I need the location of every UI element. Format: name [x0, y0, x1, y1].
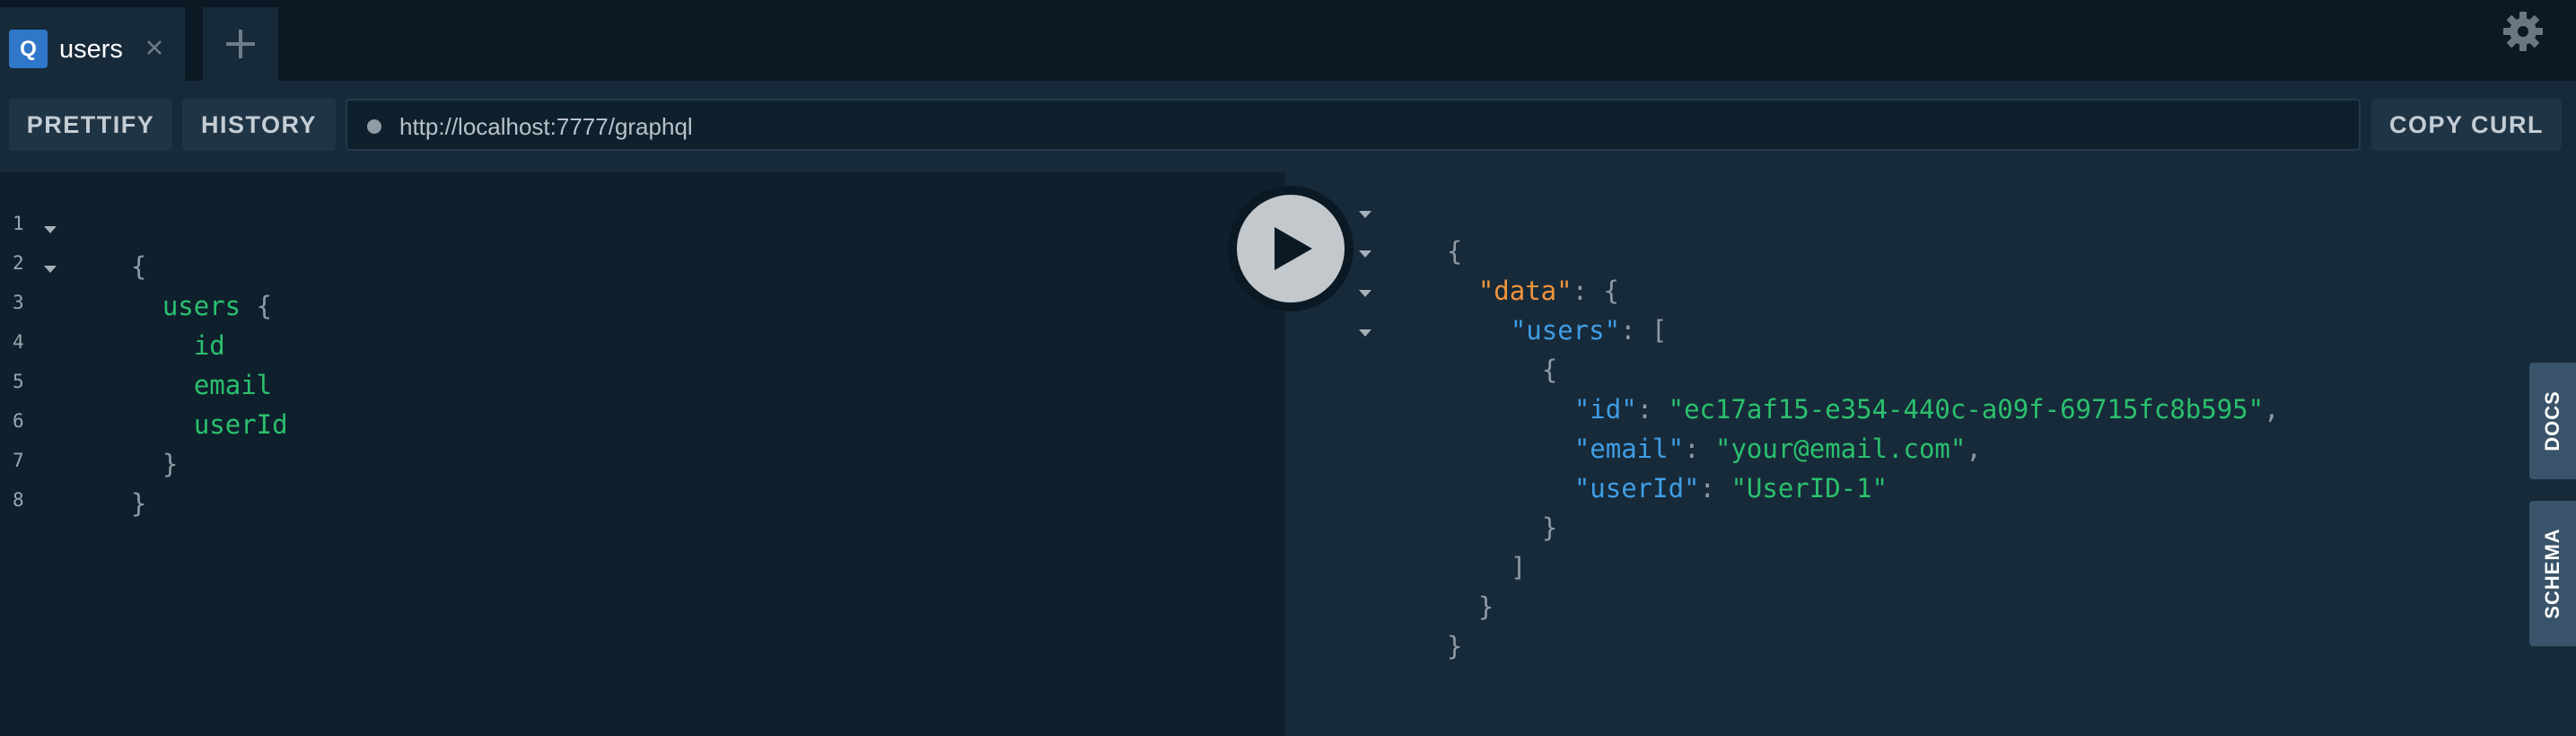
fold-arrow-icon[interactable]	[1359, 290, 1371, 297]
json-key-userId: "userId"	[1573, 473, 1700, 504]
brace: }	[162, 449, 179, 479]
code-line: }	[100, 405, 178, 479]
query-badge-icon: Q	[9, 30, 48, 68]
add-tab-button[interactable]	[203, 7, 278, 81]
json-line: "data": {	[1415, 232, 1619, 306]
prettify-button[interactable]: PRETTIFY	[9, 99, 172, 151]
play-icon	[1275, 227, 1312, 270]
json-line: {	[1479, 311, 1557, 385]
code-line: }	[68, 444, 146, 519]
tab-title: users	[59, 35, 123, 64]
line-number: 7	[13, 450, 24, 471]
json-line: }	[1479, 469, 1557, 543]
fold-arrow-icon[interactable]	[1359, 329, 1371, 337]
line-number: 5	[13, 371, 24, 392]
code-line: {	[68, 207, 146, 282]
endpoint-url-text: http://localhost:7777/graphql	[399, 113, 693, 140]
fold-arrow-icon[interactable]	[44, 226, 57, 233]
json-line: {	[1384, 192, 1462, 267]
json-line: "id": "ec17af15-e354-440c-a09f-69715fc8b…	[1511, 350, 2280, 425]
schema-tab-label: SCHEMA	[2541, 528, 2563, 619]
query-editor[interactable]: 1 2 3 4 5 6 7 8 { users { id email userI…	[0, 172, 1285, 736]
schema-tab[interactable]: SCHEMA	[2529, 501, 2576, 646]
colon: :	[1699, 473, 1731, 504]
line-number: 2	[13, 252, 24, 274]
comma: ,	[1966, 434, 1982, 464]
gear-icon[interactable]	[2501, 9, 2545, 54]
json-line: ]	[1448, 508, 1526, 583]
line-number: 8	[13, 489, 24, 511]
json-line: }	[1384, 587, 1462, 662]
close-icon[interactable]	[140, 33, 169, 62]
brace: }	[1446, 631, 1463, 662]
tab-bar: Q users	[0, 0, 2576, 81]
json-line: "email": "your@email.com",	[1511, 390, 1982, 464]
code-line: email	[131, 326, 272, 400]
comma: ,	[2264, 394, 2280, 425]
line-number: 4	[13, 331, 24, 353]
line-number: 6	[13, 410, 24, 432]
copy-curl-button[interactable]: COPY CURL	[2371, 99, 2562, 151]
toolbar: PRETTIFY HISTORY http://localhost:7777/g…	[0, 81, 2576, 172]
code-line: userId	[131, 365, 288, 440]
endpoint-url-input[interactable]: http://localhost:7777/graphql	[346, 99, 2361, 151]
brace: }	[1477, 591, 1494, 622]
json-line: "users": [	[1448, 271, 1668, 346]
brace: }	[1541, 513, 1558, 543]
fold-arrow-icon[interactable]	[44, 266, 57, 273]
docs-tab-label: DOCS	[2541, 390, 2563, 451]
plus-icon	[226, 30, 255, 58]
line-number: 1	[13, 213, 24, 234]
docs-tab[interactable]: DOCS	[2529, 363, 2576, 479]
fold-arrow-icon[interactable]	[1359, 211, 1371, 218]
query-field: userId	[193, 409, 288, 440]
fold-arrow-icon[interactable]	[1359, 250, 1371, 258]
bracket: ]	[1510, 552, 1527, 583]
json-line: "userId": "UserID-1"	[1511, 429, 1888, 504]
colon: : [	[1620, 315, 1668, 346]
history-button[interactable]: HISTORY	[182, 99, 336, 151]
json-value-userId: "UserID-1"	[1730, 473, 1888, 504]
tab-users[interactable]: Q users	[0, 7, 185, 81]
execute-query-button[interactable]	[1237, 195, 1345, 302]
brace: }	[130, 488, 147, 519]
code-line: id	[131, 286, 225, 361]
code-line: users {	[100, 247, 272, 321]
status-dot-icon	[367, 119, 381, 134]
line-number: 3	[13, 292, 24, 313]
brace: {	[241, 291, 273, 321]
result-viewer[interactable]: { "data": { "users": [ { "id": "ec17af15…	[1285, 172, 2576, 736]
json-line: }	[1415, 548, 1494, 622]
